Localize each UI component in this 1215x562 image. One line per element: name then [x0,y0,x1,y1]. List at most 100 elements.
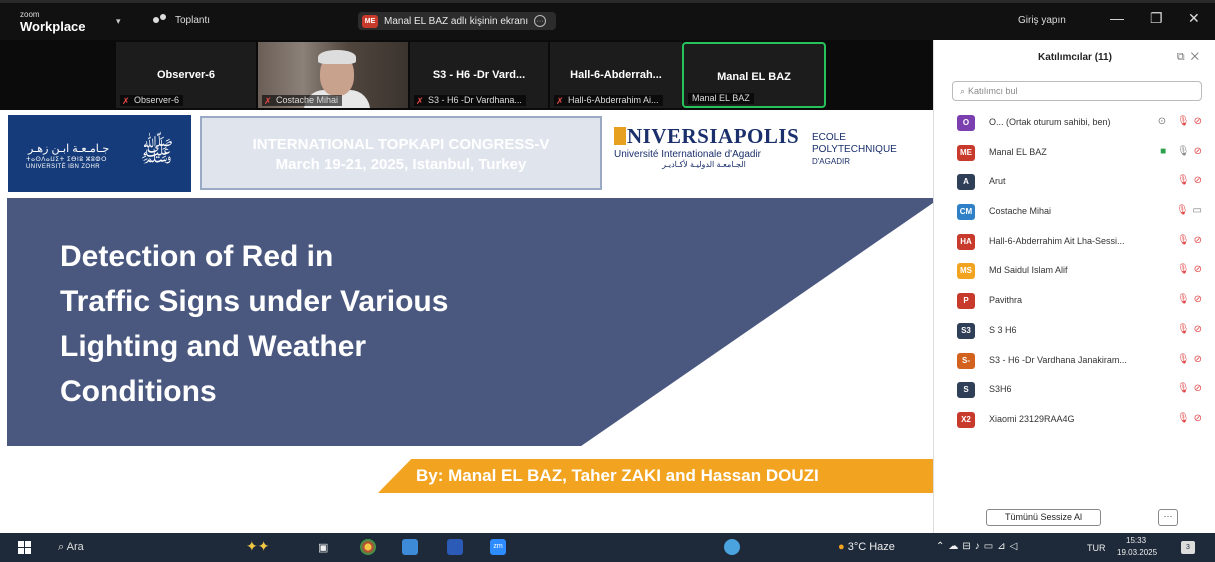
participant-status-icons[interactable]: 🎙⊘ [1177,413,1206,424]
participant-row[interactable]: S S3H6 🎙⊘ [934,375,1215,405]
meeting-label: Toplantı [175,14,211,26]
participant-row[interactable]: S3 S 3 H6 🎙⊘ [934,316,1215,346]
participant-status-icons[interactable]: 🎙⊘ [1177,354,1206,365]
tile-caption: ✗ Hall-6-Abderrahim Ai... [554,95,663,106]
language-indicator[interactable]: TUR [1087,543,1106,553]
avatar: ME [957,144,975,161]
participant-status-icons[interactable]: ⊙ 🎙⊘ [1158,116,1206,127]
participant-row[interactable]: MS Md Saidul Islam Alif 🎙⊘ [934,256,1215,286]
tile-title: Observer-6 [156,69,216,81]
logo-french-text: UNIVERSITÉ IBN ZOHR [26,164,100,170]
windows-start-icon[interactable] [18,541,31,554]
tile-title: S3 - H6 -Dr Vard... [432,69,526,81]
info-icon: ⊙ [1157,116,1171,127]
video-off-icon: ⊘ [1193,234,1206,246]
participant-name: Pavithra [989,295,1023,306]
sparkle-icon[interactable]: ✦✦ [246,538,269,555]
word-icon[interactable] [447,539,463,555]
avatar: CM [957,204,975,221]
participant-status-icons[interactable]: 🎙⊘ [1177,324,1206,335]
mic-muted-icon: 🎙 [1176,294,1194,306]
video-tile-s3h6[interactable]: S3 - H6 -Dr Vard... ✗ S3 - H6 -Dr Vardhan… [410,42,548,108]
mic-muted-icon: 🎙 [1175,205,1193,217]
video-tile-hall6[interactable]: Hall-6-Abderrah... ✗ Hall-6-Abderrahim Ai… [550,42,682,108]
participant-status-icons[interactable]: 🎙⊘ [1177,235,1206,246]
authors-ribbon: By: Manal EL BAZ, Taher ZAKI and Hassan … [378,459,933,493]
shared-slide: جـامـعـة ابـن زهـر ⵜⴰⵙⴷⴰⵡⵉⵜ ⵉⴱⵏⵓ ⵣⵓⵀⵔ UN… [0,110,933,533]
panel-title: Katılımcılar (11) [1038,52,1112,63]
file-explorer-icon[interactable] [402,539,418,555]
mic-muted-icon: ✗ [122,96,130,106]
univ-name: NIVERSIAPOLIS [627,124,800,148]
weather-widget[interactable]: ● 3°C Hazе [838,541,895,553]
video-tile-costache[interactable]: ✗ Costache Mihai [258,42,408,108]
system-tray-icons[interactable]: ⌃☁⊟♪▭⊿◁ [936,541,1021,552]
task-view-icon[interactable]: ▣ [318,541,328,554]
more-options-button[interactable]: ··· [1158,509,1178,526]
univ-subtitle: Université Internationale d'Agadir [614,149,761,160]
avatar: P [957,293,975,310]
participant-row[interactable]: O O... (Ortak oturum sahibi, ben) ⊙ 🎙⊘ [934,108,1215,138]
video-tile-observer[interactable]: Observer-6 ✗ Observer-6 [116,42,256,108]
login-link[interactable]: Giriş yapın [1018,15,1066,26]
meeting-menu[interactable]: Toplantı [153,14,210,26]
browser-icon[interactable] [724,539,740,555]
mute-all-button[interactable]: Tümünü Sessize Al [986,509,1101,526]
participant-status-icons[interactable]: 🎙⊘ [1177,175,1206,186]
weather-icon: ● [838,541,845,553]
participant-name: O... (Ortak oturum sahibi, ben) [989,117,1111,127]
avatar: A [957,174,975,191]
participant-row[interactable]: A Arut 🎙⊘ [934,167,1215,197]
mic-muted-icon: ✗ [416,96,424,106]
participant-row[interactable]: S- S3 - H6 -Dr Vardhana Janakiram... 🎙⊘ [934,346,1215,376]
mic-muted-icon: 🎙 [1176,234,1194,246]
participant-status-icons[interactable]: 🎙⊘ [1177,383,1206,394]
restore-icon[interactable]: ❐ [1150,10,1163,27]
participant-name: Md Saidul Islam Alif [989,265,1068,276]
video-off-icon: ⊘ [1193,323,1206,335]
tile-caption: Manal EL BAZ [688,93,754,104]
video-tile-manal[interactable]: Manal EL BAZ Manal EL BAZ [682,42,826,108]
clock-time[interactable]: 15:33 [1126,536,1146,545]
participant-name: S 3 H6 [989,324,1017,335]
participant-search-input[interactable]: ⌕ Katılımcı bul [952,81,1202,101]
mic-muted-icon: 🎙 [1176,323,1194,335]
people-icon [153,14,169,26]
screen-share-indicator[interactable]: ME Manal EL BAZ adlı kişinin ekranı ··· [358,12,557,30]
minimize-icon[interactable]: — [1110,10,1124,26]
zoom-icon[interactable]: zm [490,539,506,555]
close-panel-icon[interactable]: ✕ [1191,51,1205,63]
participant-row[interactable]: P Pavithra 🎙⊘ [934,286,1215,316]
participant-row[interactable]: ME Manal EL BAZ ■ 🎙⊘ [934,138,1215,168]
participant-status-icons[interactable]: ■ 🎙⊘ [1160,146,1206,157]
clock-date[interactable]: 19.03.2025 [1117,548,1157,557]
participant-row[interactable]: HA Hall-6-Abderrahim Ait Lha-Sessi... 🎙⊘ [934,227,1215,257]
sharer-avatar: ME [362,14,378,28]
close-icon[interactable]: ✕ [1188,10,1200,27]
participant-row[interactable]: CM Costache Mihai 🎙▭ [934,197,1215,227]
congress-box: INTERNATIONAL TOPKAPI CONGRESS-V March 1… [200,116,602,190]
notification-icon[interactable]: 3 [1181,541,1195,554]
participant-name: Arut [989,176,1006,187]
avatar: MS [957,263,975,280]
participant-status-icons[interactable]: 🎙⊘ [1177,264,1206,275]
slide-title: Detection of Red in Traffic Signs under … [60,240,449,408]
popout-icon[interactable]: ⧉ [1177,51,1191,63]
windows-taskbar: ⌕ Ara ✦✦ ▣ zm ● 3°C Hazе ⌃☁⊟♪▭⊿◁ TUR 15:… [0,533,1215,562]
participant-name: S3 - H6 -Dr Vardhana Janakiram... [989,354,1127,365]
participant-name: S3H6 [989,384,1012,395]
more-options-icon[interactable]: ··· [534,15,547,27]
participant-status-icons[interactable]: 🎙▭ [1176,205,1206,216]
logo-tifinagh-text: ⵜⴰⵙⴷⴰⵡⵉⵜ ⵉⴱⵏⵓ ⵣⵓⵀⵔ [26,157,107,163]
video-on-icon: ▭ [1192,205,1206,217]
taskbar-search[interactable]: ⌕ Ara [58,541,84,554]
participant-status-icons[interactable]: 🎙⊘ [1177,294,1206,305]
mic-muted-icon: 🎙 [1176,412,1194,424]
brand-name: Workplace [20,19,86,34]
mic-muted-icon: ✗ [556,96,564,106]
panel-header-icons: ⧉✕ [1177,51,1205,64]
zoom-brand[interactable]: zoom Workplace [20,10,86,34]
chevron-down-icon[interactable]: ▾ [116,16,121,27]
participant-row[interactable]: X2 Xiaomi 23129RAA4G 🎙⊘ [934,405,1215,435]
chrome-icon[interactable] [360,539,376,555]
